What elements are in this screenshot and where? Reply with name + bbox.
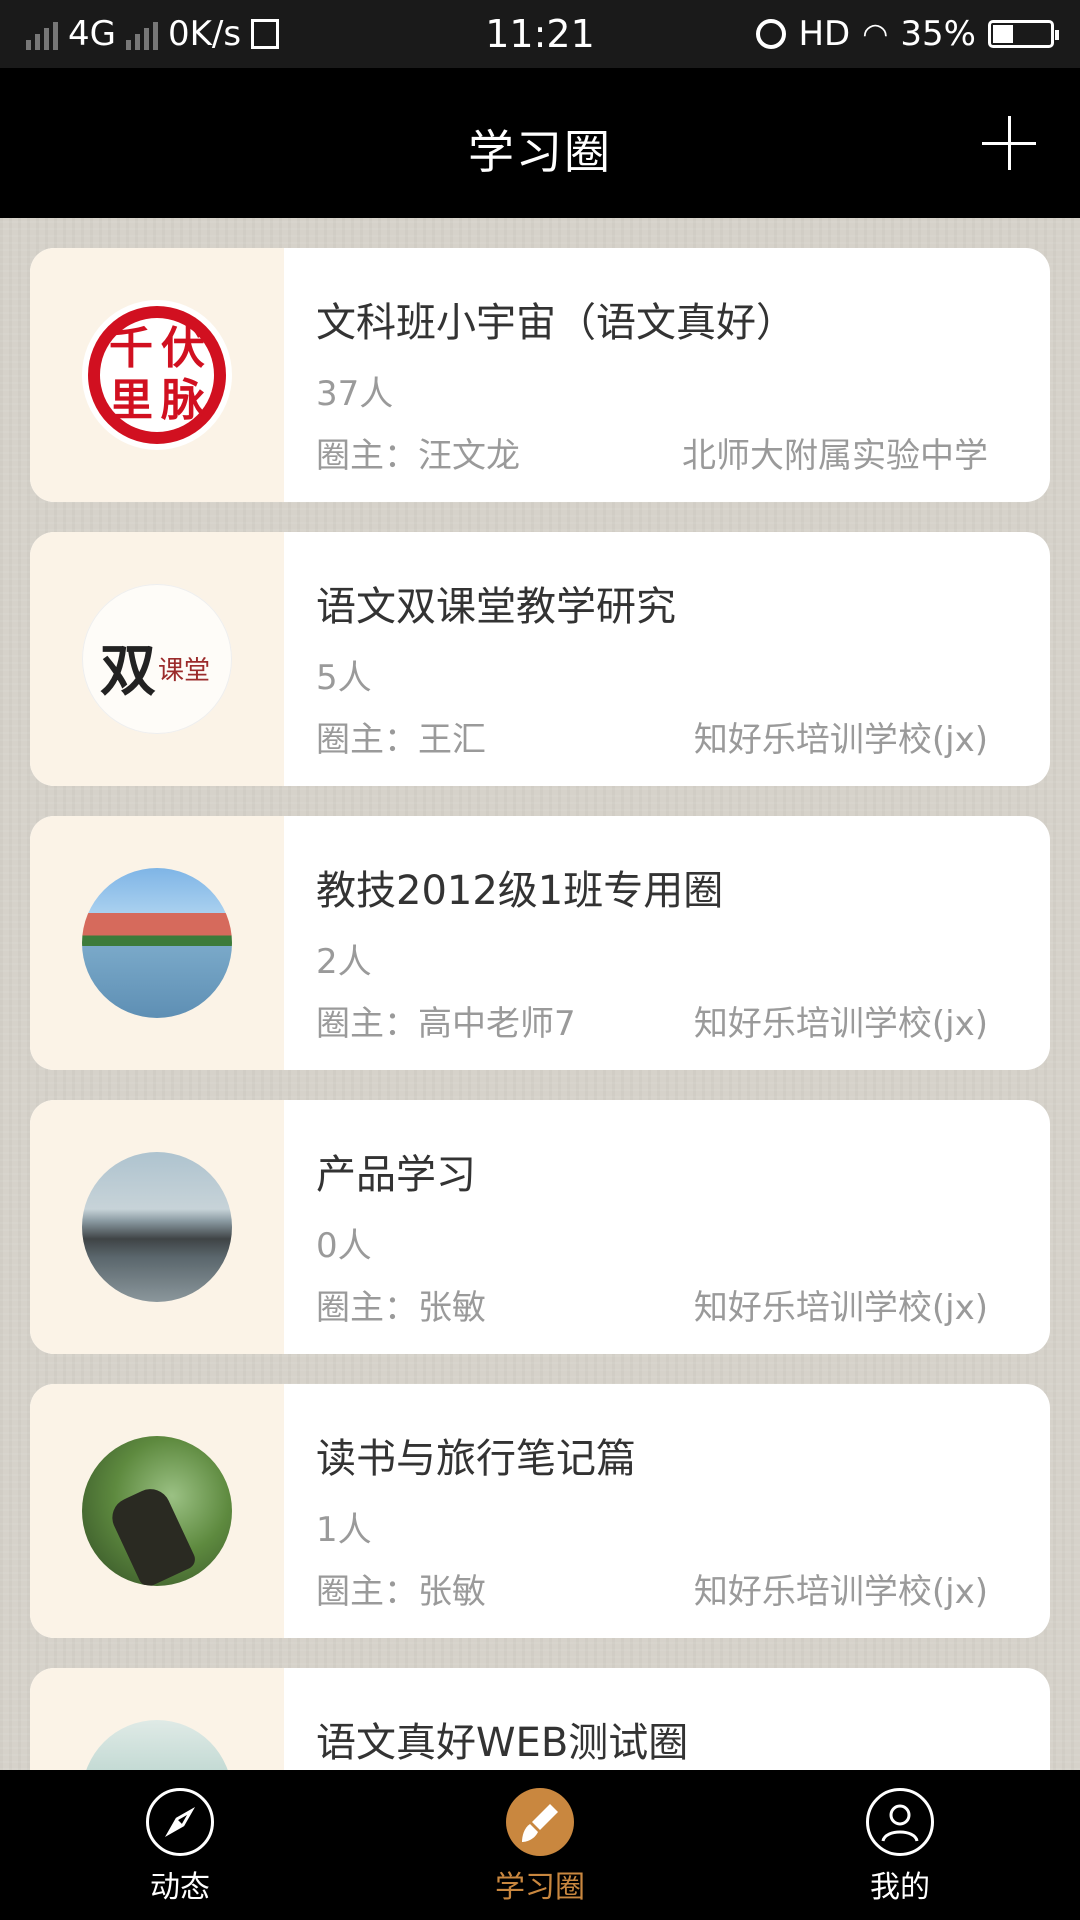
seaside-rocks-photo-avatar [82, 1152, 232, 1302]
avatar-pane: 千 伏 里 脉 [30, 248, 284, 502]
battery-percent: 35% [900, 14, 976, 54]
circle-card[interactable]: 双 课堂 语文双课堂教学研究 5人 圈主：王汇 知好乐培训学校(jx) [30, 532, 1050, 786]
wifi-icon: ◠ [862, 16, 889, 52]
circle-school: 知好乐培训学校(jx) [693, 1004, 988, 1044]
tab-label: 动态 [150, 1870, 210, 1905]
tab-mine[interactable]: 我的 [720, 1770, 1080, 1920]
avatar-pane [30, 816, 284, 1070]
seal-char: 脉 [161, 375, 205, 426]
seal-char: 里 [109, 375, 153, 426]
user-icon [866, 1788, 934, 1856]
status-right: HD ◠ 35% [756, 14, 1059, 54]
circle-school: 北师大附属实验中学 [682, 436, 988, 476]
circle-owner: 圈主：汪文龙 [316, 436, 520, 476]
circle-school: 知好乐培训学校(jx) [693, 1572, 988, 1612]
avatar-pane [30, 1384, 284, 1638]
circle-owner: 圈主：高中老师7 [316, 1004, 576, 1044]
hd-label: HD [798, 14, 851, 54]
brush-icon [506, 1788, 574, 1856]
avatar-pane: 双 课堂 [30, 532, 284, 786]
avatar-pane [30, 1100, 284, 1354]
circle-name: 读书与旅行笔记篇 [316, 1436, 636, 1482]
circle-card[interactable]: 读书与旅行笔记篇 1人 圈主：张敏 知好乐培训学校(jx) [30, 1384, 1050, 1638]
circle-list[interactable]: 千 伏 里 脉 文科班小宇宙（语文真好） 37人 圈主：汪文龙 北师大附属实验中… [0, 218, 1080, 1770]
seal-qianli-fumai-avatar: 千 伏 里 脉 [82, 300, 232, 450]
circle-school: 知好乐培训学校(jx) [693, 720, 988, 760]
tab-study-circle[interactable]: 学习圈 [360, 1770, 720, 1920]
circle-name: 产品学习 [316, 1152, 476, 1198]
tab-label: 学习圈 [495, 1870, 585, 1905]
circle-card[interactable]: 教技2012级1班专用圈 2人 圈主：高中老师7 知好乐培训学校(jx) [30, 816, 1050, 1070]
circle-card[interactable]: 千 伏 里 脉 文科班小宇宙（语文真好） 37人 圈主：汪文龙 北师大附属实验中… [30, 248, 1050, 502]
circle-owner: 圈主：王汇 [316, 720, 486, 760]
circle-owner: 圈主：张敏 [316, 1288, 486, 1328]
seal-char: 伏 [161, 323, 205, 374]
hand-trees-photo-avatar [82, 1436, 232, 1586]
title-bar: 学习圈 [0, 68, 1080, 218]
circle-name: 文科班小宇宙（语文真好） [316, 300, 796, 346]
circle-card[interactable]: 产品学习 0人 圈主：张敏 知好乐培训学校(jx) [30, 1100, 1050, 1354]
member-count: 1人 [316, 1510, 372, 1550]
avatar-pane [30, 1668, 284, 1770]
member-count: 2人 [316, 942, 372, 982]
circle-name: 教技2012级1班专用圈 [316, 868, 724, 914]
tab-dynamic[interactable]: 动态 [0, 1770, 360, 1920]
member-count: 0人 [316, 1226, 372, 1266]
member-count: 37人 [316, 374, 394, 414]
status-bar: 4G 0K/s 11:21 HD ◠ 35% [0, 0, 1080, 68]
compass-icon [146, 1788, 214, 1856]
tab-label: 我的 [870, 1870, 930, 1905]
bottom-tab-bar: 动态 学习圈 我的 [0, 1770, 1080, 1920]
logo-big-text: 双 [100, 638, 156, 704]
member-count: 5人 [316, 658, 372, 698]
campus-building-photo-avatar [82, 868, 232, 1018]
seal-char: 千 [109, 323, 153, 374]
add-icon[interactable] [982, 116, 1036, 170]
alarm-icon [756, 19, 787, 49]
circle-owner: 圈主：张敏 [316, 1572, 486, 1612]
shuang-ketang-logo-avatar: 双 课堂 [82, 584, 232, 734]
battery-fill [993, 25, 1013, 43]
circle-name: 语文双课堂教学研究 [316, 584, 676, 630]
mountain-painting-avatar [82, 1720, 232, 1770]
circle-school: 知好乐培训学校(jx) [693, 1288, 988, 1328]
page-title: 学习圈 [468, 125, 612, 179]
battery-icon [988, 20, 1059, 48]
circle-name: 语文真好WEB测试圈 [316, 1720, 689, 1766]
circle-card[interactable]: 语文真好WEB测试圈 [30, 1668, 1050, 1770]
logo-small-text: 课堂 [158, 656, 211, 686]
